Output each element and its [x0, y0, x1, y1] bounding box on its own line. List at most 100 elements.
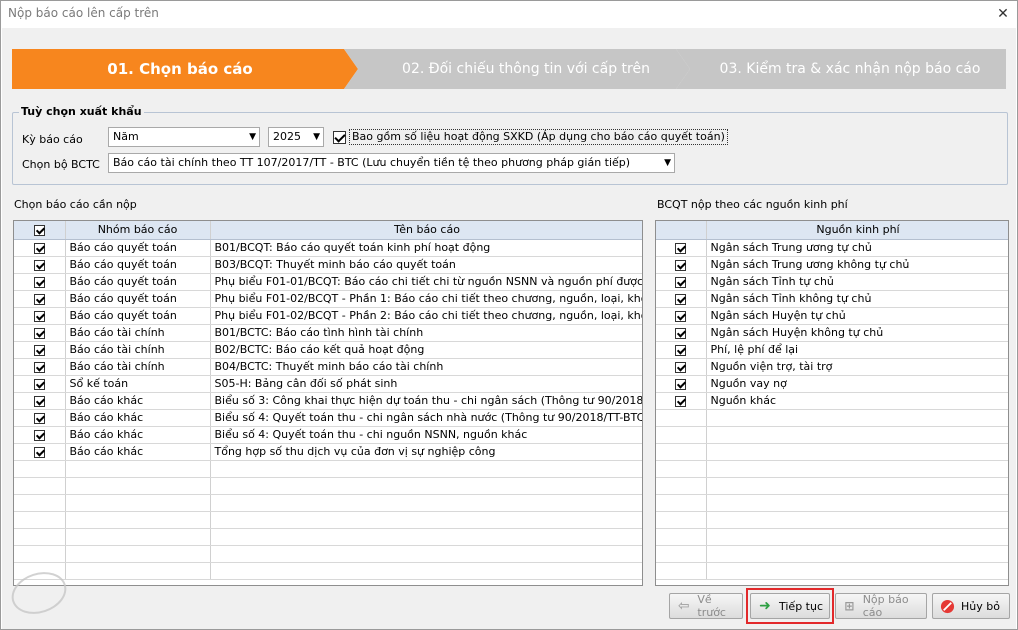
- report-name-cell: Phụ biểu F01-02/BCQT - Phần 1: Báo cáo c…: [210, 290, 642, 308]
- table-row[interactable]: Báo cáo quyết toán Phụ biểu F01-02/BCQT -…: [14, 307, 642, 325]
- include-sxkd-checkbox[interactable]: Bao gồm số liệu hoạt động SXKD (Áp dụng …: [333, 129, 728, 145]
- row-checkbox-cell[interactable]: [656, 256, 707, 274]
- table-row[interactable]: Báo cáo quyết toán Phụ biểu F01-02/BCQT -…: [14, 290, 642, 308]
- table-row[interactable]: Báo cáo khác Biểu số 3: Công khai thực hi…: [14, 392, 642, 410]
- list-item[interactable]: Ngân sách Tỉnh không tự chủ: [656, 290, 1008, 308]
- row-checkbox-cell[interactable]: [14, 409, 66, 427]
- table-row[interactable]: Báo cáo khác Biểu số 4: Quyết toán thu - …: [14, 426, 642, 444]
- bctc-select[interactable]: Báo cáo tài chính theo TT 107/2017/TT - …: [108, 153, 675, 173]
- checkbox-checked-icon[interactable]: [675, 242, 687, 254]
- checkbox-checked-icon[interactable]: [675, 378, 687, 390]
- table-row[interactable]: Báo cáo quyết toán Phụ biểu F01-01/BCQT: …: [14, 273, 642, 291]
- submit-report-icon: ⊞: [844, 599, 855, 613]
- list-item[interactable]: Phí, lệ phí để lại: [656, 341, 1008, 359]
- row-checkbox-cell[interactable]: [14, 239, 66, 257]
- row-checkbox-cell[interactable]: [656, 239, 707, 257]
- checkbox-checked-icon[interactable]: [33, 310, 45, 322]
- list-item[interactable]: Nguồn viện trợ, tài trợ: [656, 358, 1008, 376]
- checkbox-checked-icon[interactable]: [675, 344, 687, 356]
- empty-cell: [706, 494, 1008, 512]
- list-item[interactable]: Ngân sách Trung ương tự chủ: [656, 239, 1008, 257]
- checkbox-checked-icon[interactable]: [675, 276, 687, 288]
- table-row[interactable]: Báo cáo quyết toán B03/BCQT: Thuyết minh …: [14, 256, 642, 274]
- checkbox-checked-icon[interactable]: [675, 327, 687, 339]
- checkbox-checked-icon[interactable]: [33, 378, 45, 390]
- checkbox-checked-icon[interactable]: [33, 361, 45, 373]
- row-checkbox-cell[interactable]: [656, 273, 707, 291]
- empty-cell: [14, 494, 66, 512]
- checkbox-checked-icon[interactable]: [675, 361, 687, 373]
- list-item[interactable]: Ngân sách Huyện tự chủ: [656, 307, 1008, 325]
- list-item[interactable]: Ngân sách Tỉnh tự chủ: [656, 273, 1008, 291]
- submit-button-label: Nộp báo cáo: [862, 593, 909, 619]
- empty-row: [656, 562, 1008, 580]
- checkbox-checked-icon[interactable]: [33, 242, 45, 254]
- report-group-cell: Sổ kế toán: [65, 375, 211, 393]
- row-checkbox-cell[interactable]: [656, 307, 707, 325]
- checkbox-checked-icon[interactable]: [33, 429, 45, 441]
- row-checkbox-cell[interactable]: [656, 290, 707, 308]
- table-row[interactable]: Báo cáo tài chính B02/BCTC: Báo cáo kết q…: [14, 341, 642, 359]
- checkbox-checked-icon[interactable]: [33, 344, 45, 356]
- row-checkbox-cell[interactable]: [656, 341, 707, 359]
- empty-cell: [210, 511, 642, 529]
- list-item[interactable]: Ngân sách Trung ương không tự chủ: [656, 256, 1008, 274]
- empty-cell: [706, 426, 1008, 444]
- empty-cell: [706, 562, 1008, 580]
- table-row[interactable]: Báo cáo quyết toán B01/BCQT: Báo cáo quyế…: [14, 239, 642, 257]
- checkbox-checked-icon[interactable]: [33, 395, 45, 407]
- row-checkbox-cell[interactable]: [656, 375, 707, 393]
- row-checkbox-cell[interactable]: [14, 392, 66, 410]
- list-item[interactable]: Ngân sách Huyện không tự chủ: [656, 324, 1008, 342]
- row-checkbox-cell[interactable]: [656, 358, 707, 376]
- table-row[interactable]: Báo cáo tài chính B01/BCTC: Báo cáo tình …: [14, 324, 642, 342]
- year-select[interactable]: 2025 ▼: [268, 127, 324, 147]
- checkbox-checked-icon[interactable]: [33, 293, 45, 305]
- row-checkbox-cell[interactable]: [14, 290, 66, 308]
- empty-row: [14, 545, 642, 563]
- empty-cell: [65, 562, 211, 580]
- row-checkbox-cell[interactable]: [14, 426, 66, 444]
- select-all-header[interactable]: [14, 221, 66, 240]
- row-checkbox-cell[interactable]: [14, 443, 66, 461]
- row-checkbox-cell[interactable]: [14, 341, 66, 359]
- checkbox-checked-icon[interactable]: [33, 412, 45, 424]
- row-checkbox-cell[interactable]: [14, 375, 66, 393]
- list-item[interactable]: Nguồn vay nợ: [656, 375, 1008, 393]
- row-checkbox-cell[interactable]: [14, 307, 66, 325]
- dialog-window: Nộp báo cáo lên cấp trên ✕ 01. Chọn báo …: [0, 0, 1018, 630]
- close-icon[interactable]: ✕: [995, 6, 1011, 22]
- checkbox-checked-icon[interactable]: [675, 310, 687, 322]
- row-checkbox-cell[interactable]: [14, 273, 66, 291]
- empty-row: [656, 528, 1008, 546]
- row-checkbox-cell[interactable]: [14, 256, 66, 274]
- table-row[interactable]: Báo cáo khác Tổng hợp số thu dịch vụ của …: [14, 443, 642, 461]
- next-button[interactable]: ➜ Tiếp tục: [750, 593, 830, 619]
- table-row[interactable]: Báo cáo khác Biểu số 4: Quyết toán thu - …: [14, 409, 642, 427]
- period-select[interactable]: Năm ▼: [108, 127, 260, 147]
- checkbox-checked-icon[interactable]: [33, 224, 45, 236]
- empty-cell: [706, 528, 1008, 546]
- empty-cell: [656, 460, 707, 478]
- checkbox-checked-icon[interactable]: [33, 327, 45, 339]
- chevron-down-icon: ▼: [313, 132, 320, 142]
- submit-button[interactable]: ⊞ Nộp báo cáo: [835, 593, 927, 619]
- checkbox-checked-icon[interactable]: [675, 395, 687, 407]
- checkbox-checked-icon[interactable]: [333, 130, 346, 144]
- checkbox-checked-icon[interactable]: [675, 259, 687, 271]
- checkbox-checked-icon[interactable]: [675, 293, 687, 305]
- list-item[interactable]: Nguồn khác: [656, 392, 1008, 410]
- empty-row: [14, 477, 642, 495]
- checkbox-checked-icon[interactable]: [33, 446, 45, 458]
- row-checkbox-cell[interactable]: [14, 358, 66, 376]
- row-checkbox-cell[interactable]: [656, 324, 707, 342]
- back-button[interactable]: ⇦ Về trước: [669, 593, 743, 619]
- row-checkbox-cell[interactable]: [656, 392, 707, 410]
- checkbox-checked-icon[interactable]: [33, 259, 45, 271]
- checkbox-checked-icon[interactable]: [33, 276, 45, 288]
- report-group-cell: Báo cáo khác: [65, 392, 211, 410]
- table-row[interactable]: Báo cáo tài chính B04/BCTC: Thuyết minh b…: [14, 358, 642, 376]
- cancel-button[interactable]: Hủy bỏ: [932, 593, 1010, 619]
- row-checkbox-cell[interactable]: [14, 324, 66, 342]
- table-row[interactable]: Sổ kế toán S05-H: Bảng cân đối số phát si…: [14, 375, 642, 393]
